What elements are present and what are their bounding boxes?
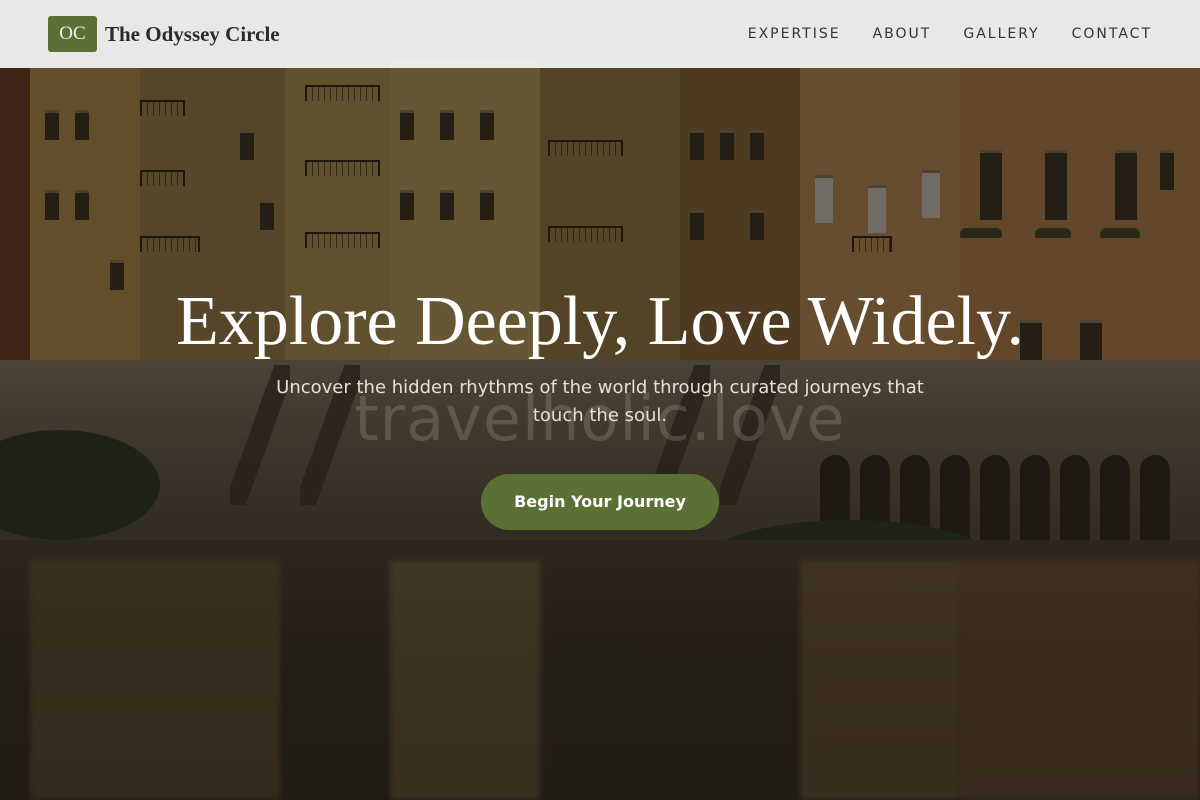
hero-subtitle: Uncover the hidden rhythms of the world … [276, 377, 924, 426]
brand-name: The Odyssey Circle [105, 21, 280, 46]
nav-link-contact[interactable]: CONTACT [1072, 26, 1152, 42]
logo-badge: OC [48, 16, 97, 52]
nav-link-about[interactable]: ABOUT [873, 26, 932, 42]
nav-link-gallery[interactable]: GALLERY [963, 26, 1039, 42]
hero-content: Explore Deeply, Love Widely. Uncover the… [0, 282, 1200, 530]
brand-logo-link[interactable]: OC The Odyssey Circle [48, 16, 280, 52]
nav-link-expertise[interactable]: EXPERTISE [748, 26, 841, 42]
hero-headline: Explore Deeply, Love Widely. [176, 283, 1024, 360]
begin-journey-button[interactable]: Begin Your Journey [481, 474, 719, 530]
top-navigation-bar: OC The Odyssey Circle EXPERTISE ABOUT GA… [0, 0, 1200, 68]
nav-links: EXPERTISE ABOUT GALLERY CONTACT [748, 25, 1152, 43]
